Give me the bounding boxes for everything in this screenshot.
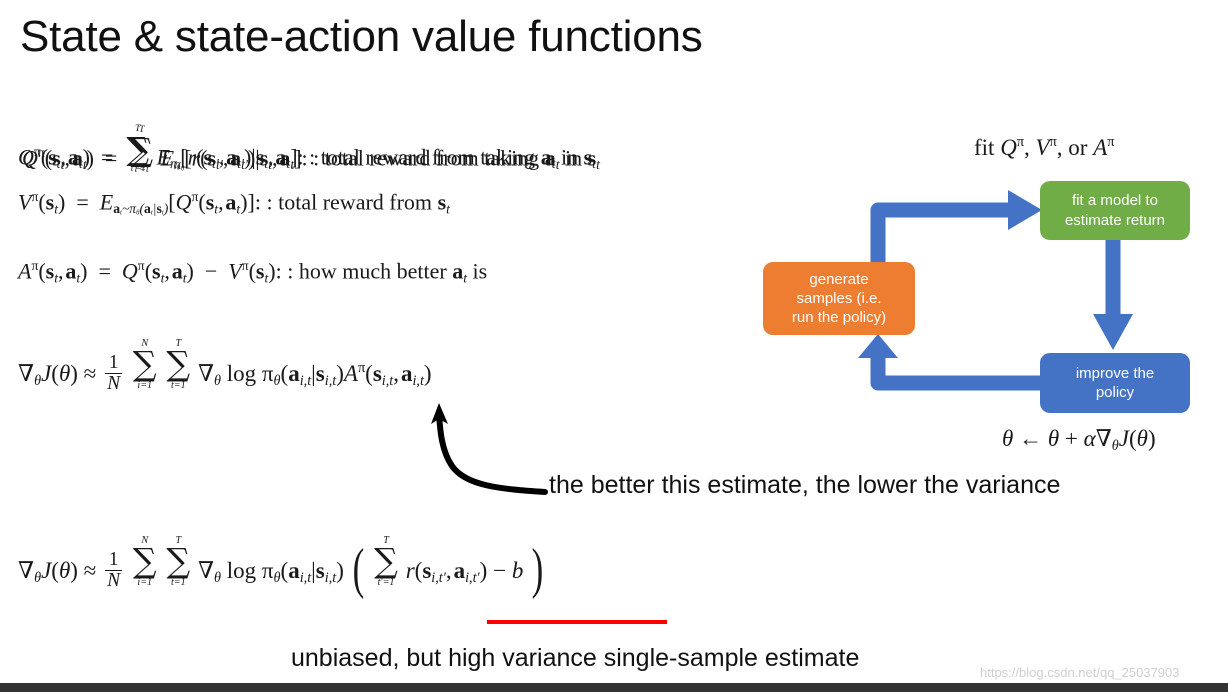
annotation-variance-note: the better this estimate, the lower the … [549,471,1061,499]
sum-over-t-prime: T ∑ t'=1 [374,535,398,588]
improve-policy-line-2: policy [1095,384,1135,401]
overlapping-equation-layers: Qπ(st, at) = T ∑ t′=t Eπθ[r(st′, at′)|st… [18,123,600,174]
equation-a-function: Aπ(st, at) = Qπ(st, at) − Vπ(st): : how … [18,258,488,286]
annotation-arrowhead [431,403,448,424]
slide-canvas: State & state-action value functions Qπ(… [0,0,1228,692]
fit-model-line-2: estimate return [1064,211,1166,229]
arrowhead-fit-to-improve [1093,314,1133,350]
arrow-samples-to-fit [870,202,1015,262]
watermark-text: https://blog.csdn.net/qq_25037903 [980,665,1180,680]
fraction-denominator: N [105,373,123,395]
diagram-box-fit-model-label: fit a model to estimate return [1065,191,1165,229]
diagram-box-fit-model[interactable]: fit a model to estimate return [1040,181,1190,240]
equation-v-function: Vπ(st) = Eat~πθ(at|st)[Qπ(st, at)]: : to… [18,189,450,217]
equation-policy-gradient-baseline: ∇θJ(θ) ≈ 1 N N ∑ i=1 T ∑ t=1 ∇θ log πθ(a… [18,535,544,600]
sum-operator: T ∑ t′=t [130,124,154,175]
fraction-denominator: N [105,570,123,592]
generate-samples-line-2: samples (i.e. [796,289,882,307]
equation-a-caption: : how much better [287,258,447,284]
generate-samples-line-1: generate [809,270,869,288]
improve-policy-line-1: improve the [1075,364,1155,382]
equation-q-layer-2: Qπ(st, at) = T ∑ t′=t Eπθ[r(st′, at′)|st… [22,124,600,175]
equation-policy-gradient-advantage: ∇θJ(θ) ≈ 1 N N ∑ i=1 T ∑ t=1 ∇θ log πθ(a… [18,338,432,395]
bottom-bar [0,683,1228,692]
arrowhead-samples-to-fit [1008,190,1042,230]
sum-over-t: T ∑ t=1 [166,338,191,391]
generate-samples-line-3: run the policy) [791,309,887,327]
sum-over-i: N ∑ i=1 [132,338,157,391]
equation-q-caption-tail: in [564,145,583,171]
diagram-box-generate-samples[interactable]: generate samples (i.e. run the policy) [763,262,915,335]
equation-q-caption: : total reward from taking [313,145,540,171]
diagram-box-improve-policy[interactable]: improve the policy [1040,353,1190,413]
arrow-improve-to-samples [870,355,1040,391]
equation-a-caption-tail: is [472,258,488,284]
equation-v-caption: : total reward from [266,189,433,215]
page-title: State & state-action value functions [20,12,703,61]
red-underline-highlight [487,620,667,624]
fraction-numerator: 1 [108,548,119,570]
diagram-box-generate-samples-label: generate samples (i.e. run the policy) [792,270,886,328]
fraction-one-over-n: 1 N [105,351,123,395]
sum-over-t: T ∑ t=1 [166,535,191,588]
fit-model-line-1: fit a model to [1072,192,1158,210]
annotation-curved-arrow [436,411,548,495]
diagram-box-improve-policy-label: improve the policy [1076,364,1154,402]
baseline-symbol: b [511,557,524,583]
annotation-unbiased-note: unbiased, but high variance single-sampl… [291,644,860,672]
fraction-numerator: 1 [108,351,119,373]
arrowhead-improve-to-samples [858,334,898,358]
diagram-header-label: fit Qπ, Vπ, or Aπ [974,134,1115,160]
diagram-update-rule: θ ← θ + α∇θJ(θ) [1002,426,1156,454]
sum-over-i: N ∑ i=1 [132,535,157,588]
fraction-one-over-n: 1 N [105,548,123,592]
equation-q-function: Qπ(st, at) = T ∑ t′=t Eπθ[r(st′, at′)|st… [18,123,600,174]
